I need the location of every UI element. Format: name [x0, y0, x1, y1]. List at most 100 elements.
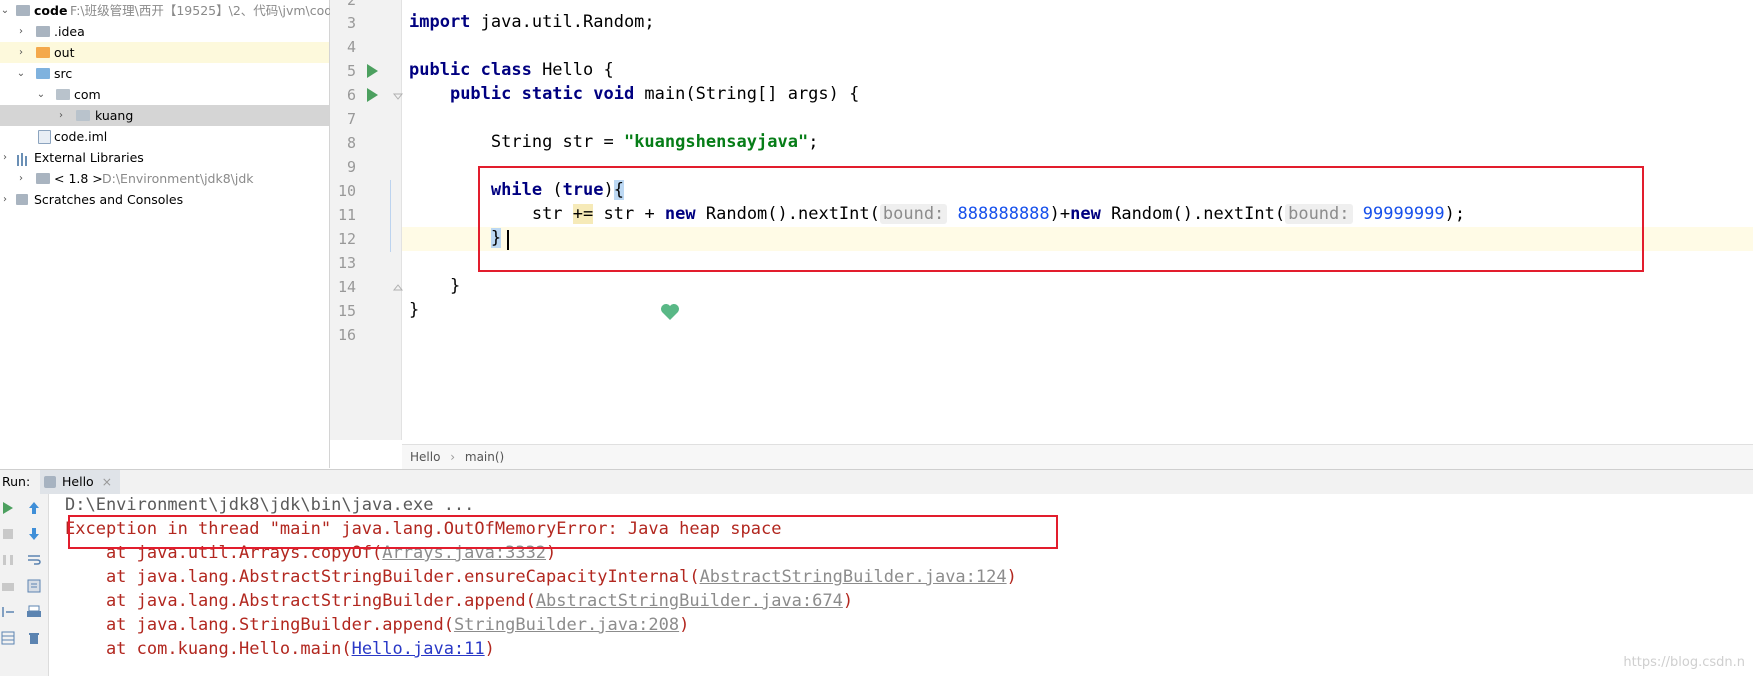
line-number: 9 [346, 158, 356, 176]
tree-item-path: D:\Environment\jdk8\jdk [102, 171, 254, 186]
run-toolbar [0, 494, 49, 676]
project-tree: ⌄ code F:\班级管理\西开【19525】\2、代码\jvm\code ›… [0, 0, 340, 468]
chevron-down-icon[interactable]: ⌄ [36, 84, 46, 105]
run-label: Run: [2, 474, 31, 489]
scroll-to-end-icon[interactable] [26, 578, 42, 594]
line-number: 13 [337, 254, 356, 272]
tree-item-kuang[interactable]: › kuang [0, 105, 329, 126]
chevron-right-icon[interactable]: › [16, 168, 26, 189]
annotation-box [478, 166, 1644, 272]
run-panel-header: Run: Hello × [0, 469, 1753, 495]
heart-icon [661, 304, 679, 320]
code-line-3: import java.util.Random; [409, 12, 655, 32]
package-icon [76, 110, 90, 121]
breadcrumb: Hello › main() [402, 444, 1753, 469]
code-line-14: } [449, 276, 461, 296]
line-number: 11 [337, 206, 356, 224]
tree-item-label: Scratches and Consoles [34, 192, 184, 207]
stop-icon[interactable] [0, 526, 16, 542]
tree-item-label: < 1.8 > [54, 171, 103, 186]
chevron-down-icon[interactable]: ⌄ [16, 63, 26, 84]
tree-item-out[interactable]: › out [0, 42, 329, 63]
line-number: 4 [346, 38, 356, 56]
run-tab-label: Hello [62, 474, 94, 489]
chevron-down-icon[interactable]: ⌄ [0, 0, 10, 21]
source-link[interactable]: AbstractStringBuilder.java:124 [700, 567, 1007, 587]
tree-item-external-libraries[interactable]: › External Libraries [0, 147, 329, 168]
rerun-icon[interactable] [0, 500, 16, 516]
scratches-icon [16, 194, 28, 205]
console-command: D:\Environment\jdk8\jdk\bin\java.exe ... [65, 495, 475, 515]
line-number: 8 [346, 134, 356, 152]
tree-item-src[interactable]: ⌄ src [0, 63, 329, 84]
line-number: 3 [346, 14, 356, 32]
line-number: 7 [346, 110, 356, 128]
fold-icon[interactable] [392, 282, 404, 294]
tree-item-label: src [54, 66, 73, 81]
tree-item-code-iml[interactable]: code.iml [0, 126, 329, 147]
annotation-box [68, 515, 1058, 549]
tree-item-label: code.iml [54, 129, 108, 144]
line-number: 5 [346, 62, 356, 80]
code-line-8: String str = "kuangshensayjava"; [490, 132, 819, 152]
arrow-down-icon[interactable] [26, 526, 42, 542]
camera-icon[interactable] [0, 578, 16, 594]
package-icon [56, 89, 70, 100]
exit-icon[interactable] [0, 604, 16, 620]
chevron-right-icon[interactable]: › [0, 147, 10, 168]
run-main-icon[interactable] [367, 88, 378, 102]
soft-wrap-icon[interactable] [26, 552, 42, 568]
stack-trace-line: at com.kuang.Hello.main(Hello.java:11) [65, 639, 495, 659]
line-number: 12 [337, 230, 356, 248]
tree-item-label: .idea [54, 24, 85, 39]
print-icon[interactable] [26, 604, 42, 620]
file-icon [38, 130, 51, 144]
change-marker [390, 180, 391, 252]
line-number: 10 [337, 182, 356, 200]
tree-item-scratches[interactable]: › Scratches and Consoles [0, 189, 329, 210]
tree-root-label: code [34, 3, 68, 18]
layout-icon[interactable] [0, 630, 16, 646]
line-number: 2 [346, 0, 356, 9]
application-icon [44, 476, 56, 488]
source-link[interactable]: AbstractStringBuilder.java:674 [536, 591, 843, 611]
source-link[interactable]: Hello.java:11 [352, 639, 485, 659]
libraries-icon [16, 151, 30, 166]
arrow-up-icon[interactable] [26, 500, 42, 516]
tab-hello[interactable]: Hello × [40, 470, 121, 494]
tree-item-label: com [74, 87, 101, 102]
stack-trace-line: at java.lang.AbstractStringBuilder.ensur… [65, 567, 1017, 587]
source-link[interactable]: StringBuilder.java:208 [454, 615, 679, 635]
tree-item-label: External Libraries [34, 150, 144, 165]
close-icon[interactable]: × [102, 474, 112, 489]
code-line-6: public static void main(String[] args) { [449, 84, 860, 104]
chevron-right-icon: › [450, 450, 456, 464]
line-number: 15 [337, 302, 356, 320]
folder-icon [16, 5, 30, 16]
tree-item-label: kuang [95, 108, 134, 123]
chevron-right-icon[interactable]: › [56, 105, 66, 126]
source-folder-icon [36, 68, 50, 79]
line-number: 14 [337, 278, 356, 296]
chevron-right-icon[interactable]: › [16, 21, 26, 42]
breadcrumb-class[interactable]: Hello [410, 450, 440, 464]
chevron-right-icon[interactable]: › [0, 189, 10, 210]
tree-item-idea[interactable]: › .idea [0, 21, 329, 42]
line-number: 6 [346, 86, 356, 104]
watermark: https://blog.csdn.n [1623, 655, 1745, 670]
run-class-icon[interactable] [367, 64, 378, 78]
trash-icon[interactable] [26, 630, 42, 646]
jdk-icon [36, 173, 50, 184]
code-line-5: public class Hello { [409, 60, 614, 80]
tree-item-com[interactable]: ⌄ com [0, 84, 329, 105]
stack-trace-line: at java.lang.StringBuilder.append(String… [65, 615, 690, 635]
tree-item-root[interactable]: ⌄ code F:\班级管理\西开【19525】\2、代码\jvm\code [0, 0, 340, 21]
tree-root-path: F:\班级管理\西开【19525】\2、代码\jvm\code [70, 3, 340, 18]
breadcrumb-method[interactable]: main() [465, 450, 504, 464]
line-number: 16 [337, 326, 356, 344]
tree-item-jdk[interactable]: › < 1.8 > D:\Environment\jdk8\jdk [0, 168, 329, 189]
fold-icon[interactable] [392, 90, 404, 102]
tree-item-label: out [54, 45, 75, 60]
chevron-right-icon[interactable]: › [16, 42, 26, 63]
pause-icon[interactable] [0, 552, 16, 568]
